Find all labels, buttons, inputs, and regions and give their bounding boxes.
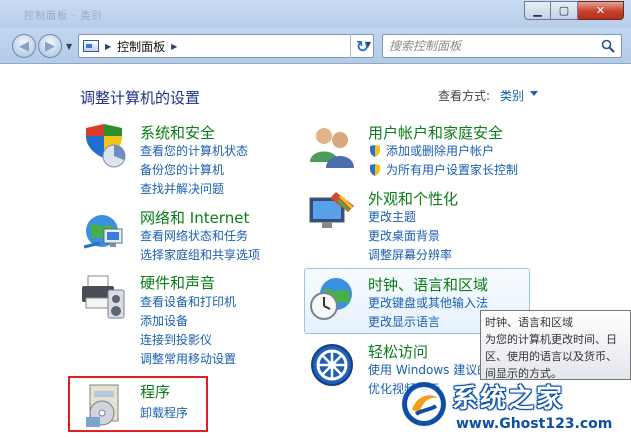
category-system-security: 系统和安全 查看您的计算机状态 备份您的计算机 查找并解决问题 bbox=[80, 122, 300, 196]
link-homegroup-sharing[interactable]: 选择家庭组和共享选项 bbox=[140, 246, 260, 263]
minimize-button[interactable]: ▁ bbox=[524, 1, 551, 20]
uac-shield-icon bbox=[370, 164, 380, 176]
clock-globe-icon bbox=[310, 278, 352, 320]
view-by-chevron-down-icon[interactable] bbox=[530, 91, 538, 96]
watermark-logo-icon bbox=[402, 382, 446, 426]
link-devices-printers[interactable]: 查看设备和打印机 bbox=[140, 293, 236, 310]
window-caption: 控制面板 · 类别 bbox=[24, 11, 103, 22]
tooltip-line: 为您的计算机更改时间、日 bbox=[485, 333, 617, 346]
category-title[interactable]: 系统和安全 bbox=[140, 122, 215, 143]
link-screen-resolution[interactable]: 调整屏幕分辨率 bbox=[368, 246, 452, 263]
category-title[interactable]: 程序 bbox=[140, 381, 170, 402]
link-backup-computer[interactable]: 备份您的计算机 bbox=[140, 161, 224, 178]
site-watermark: 系统之家 www.Ghost123.com bbox=[398, 378, 631, 438]
link-change-display-language[interactable]: 更改显示语言 bbox=[368, 313, 440, 330]
category-user-accounts: 用户帐户和家庭安全 添加或删除用户帐户 为所有用户设置家长控制 bbox=[308, 122, 568, 178]
link-windows-suggested-settings[interactable]: 使用 Windows 建议的 bbox=[368, 361, 489, 378]
link-add-device[interactable]: 添加设备 bbox=[140, 312, 188, 329]
breadcrumb-chevron-icon[interactable]: ▶ bbox=[171, 42, 177, 51]
category-title[interactable]: 硬件和声音 bbox=[140, 272, 215, 293]
link-find-fix-problems[interactable]: 查找并解决问题 bbox=[140, 180, 224, 197]
category-appearance: 外观和个性化 更改主题 更改桌面背景 调整屏幕分辨率 bbox=[308, 188, 568, 264]
breadcrumb-control-panel[interactable]: 控制面板 bbox=[117, 38, 165, 55]
link-add-remove-accounts[interactable]: 添加或删除用户帐户 bbox=[386, 142, 494, 159]
ease-of-access-icon bbox=[311, 344, 353, 386]
control-panel-icon bbox=[83, 40, 99, 52]
category-title[interactable]: 外观和个性化 bbox=[368, 188, 458, 209]
category-tooltip: 时钟、语言和区域 为您的计算机更改时间、日 区、使用的语言以及货币、 间显示的方… bbox=[480, 310, 631, 380]
breadcrumb-chevron-icon[interactable]: ▶ bbox=[105, 42, 111, 51]
page-title: 调整计算机的设置 bbox=[80, 89, 201, 107]
back-button[interactable]: ◀ bbox=[12, 34, 36, 58]
refresh-button[interactable]: ↻ bbox=[350, 34, 374, 58]
link-connect-projector[interactable]: 连接到投影仪 bbox=[140, 331, 212, 348]
link-view-computer-status[interactable]: 查看您的计算机状态 bbox=[140, 142, 248, 159]
maximize-button[interactable]: ▢ bbox=[551, 1, 578, 20]
watermark-title: 系统之家 bbox=[452, 384, 565, 414]
users-icon bbox=[310, 128, 354, 168]
monitor-palette-icon bbox=[309, 192, 354, 228]
window-controls: ▁ ▢ ✕ bbox=[524, 1, 624, 20]
close-button[interactable]: ✕ bbox=[578, 1, 624, 20]
title-bar: 控制面板 · 类别 ▁ ▢ ✕ bbox=[0, 0, 631, 28]
recent-pages-dropdown[interactable]: ▼ bbox=[66, 42, 72, 51]
link-change-theme[interactable]: 更改主题 bbox=[368, 208, 416, 225]
category-network-internet: 网络和 Internet 查看网络状态和任务 选择家庭组和共享选项 bbox=[80, 207, 300, 267]
tooltip-line: 时钟、语言和区域 bbox=[485, 316, 573, 329]
category-title[interactable]: 时钟、语言和区域 bbox=[368, 274, 488, 295]
tooltip-line: 区、使用的语言以及货币、 bbox=[485, 350, 617, 363]
link-change-background[interactable]: 更改桌面背景 bbox=[368, 227, 440, 244]
search-icon[interactable] bbox=[601, 39, 615, 53]
link-view-network-status[interactable]: 查看网络状态和任务 bbox=[140, 227, 248, 244]
category-title[interactable]: 网络和 Internet bbox=[140, 207, 249, 228]
globe-network-icon bbox=[83, 215, 123, 249]
printer-speaker-icon bbox=[82, 275, 125, 319]
address-bar[interactable]: ▶ 控制面板 ▶ ▼ bbox=[78, 34, 374, 58]
category-title[interactable]: 用户帐户和家庭安全 bbox=[368, 122, 503, 143]
search-input[interactable] bbox=[389, 38, 595, 54]
category-programs: 程序 卸载程序 bbox=[80, 381, 220, 427]
search-box[interactable] bbox=[382, 34, 622, 58]
forward-button[interactable]: ▶ bbox=[38, 34, 62, 58]
category-hardware-sound: 硬件和声音 查看设备和打印机 添加设备 连接到投影仪 调整常用移动设置 bbox=[80, 272, 300, 366]
navigation-bar: ◀ ▶ ▼ ▶ 控制面板 ▶ ▼ ↻ bbox=[0, 28, 631, 64]
link-uninstall-program[interactable]: 卸载程序 bbox=[140, 404, 188, 421]
link-parental-controls[interactable]: 为所有用户设置家长控制 bbox=[386, 161, 518, 178]
view-by-label: 查看方式: bbox=[438, 89, 491, 103]
category-title[interactable]: 轻松访问 bbox=[368, 341, 428, 362]
uac-shield-icon bbox=[370, 145, 380, 157]
programs-icon bbox=[86, 384, 119, 427]
link-change-input-method[interactable]: 更改键盘或其他输入法 bbox=[368, 294, 488, 311]
watermark-url: www.Ghost123.com bbox=[456, 416, 613, 432]
shield-pie-icon bbox=[86, 124, 126, 168]
link-mobility-settings[interactable]: 调整常用移动设置 bbox=[140, 350, 236, 367]
view-by-dropdown[interactable]: 类别 bbox=[500, 87, 524, 104]
